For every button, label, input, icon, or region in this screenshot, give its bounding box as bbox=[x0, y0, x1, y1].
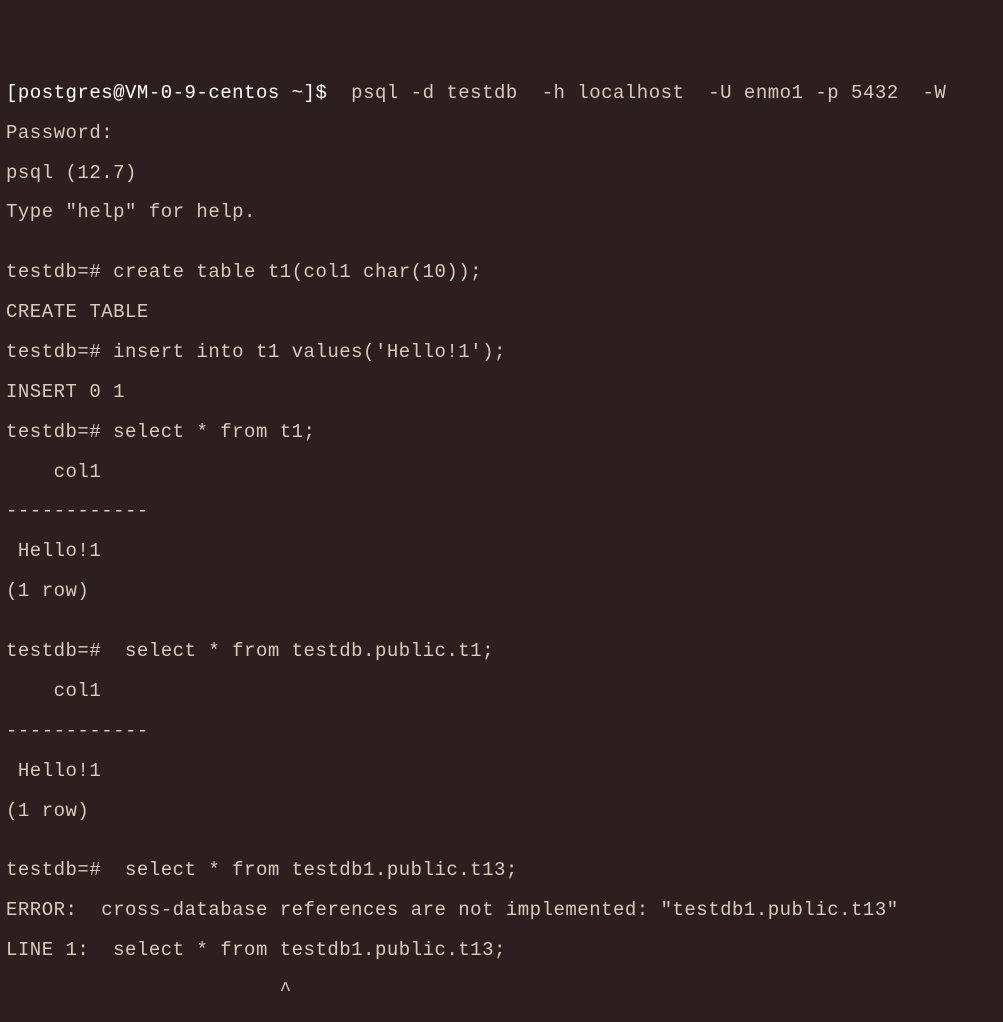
terminal-line-12: ------------ bbox=[6, 502, 997, 522]
terminal-line-1: [postgres@VM-0-9-centos ~]$ psql -d test… bbox=[6, 84, 997, 104]
terminal-line-24: LINE 1: select * from testdb1.public.t13… bbox=[6, 941, 997, 961]
terminal-line-9: INSERT 0 1 bbox=[6, 383, 997, 403]
terminal-line-3: psql (12.7) bbox=[6, 164, 997, 184]
terminal-line-17: col1 bbox=[6, 682, 997, 702]
terminal-line-14: (1 row) bbox=[6, 582, 997, 602]
terminal-line-16[interactable]: testdb=# select * from testdb.public.t1; bbox=[6, 642, 997, 662]
terminal-line-22[interactable]: testdb=# select * from testdb1.public.t1… bbox=[6, 861, 997, 881]
terminal-line-20: (1 row) bbox=[6, 802, 997, 822]
terminal-line-13: Hello!1 bbox=[6, 542, 997, 562]
terminal-line-11: col1 bbox=[6, 463, 997, 483]
terminal-line-10[interactable]: testdb=# select * from t1; bbox=[6, 423, 997, 443]
terminal-line-4: Type "help" for help. bbox=[6, 203, 997, 223]
terminal-line-8[interactable]: testdb=# insert into t1 values('Hello!1'… bbox=[6, 343, 997, 363]
terminal-line-19: Hello!1 bbox=[6, 762, 997, 782]
terminal-line-18: ------------ bbox=[6, 722, 997, 742]
command-text: psql -d testdb -h localhost -U enmo1 -p … bbox=[339, 82, 946, 104]
terminal-line-6[interactable]: testdb=# create table t1(col1 char(10)); bbox=[6, 263, 997, 283]
shell-prompt: [postgres@VM-0-9-centos ~]$ bbox=[6, 82, 339, 104]
terminal-line-7: CREATE TABLE bbox=[6, 303, 997, 323]
terminal-line-25: ^ bbox=[6, 981, 997, 1001]
terminal-line-23: ERROR: cross-database references are not… bbox=[6, 901, 997, 921]
terminal-line-2: Password: bbox=[6, 124, 997, 144]
